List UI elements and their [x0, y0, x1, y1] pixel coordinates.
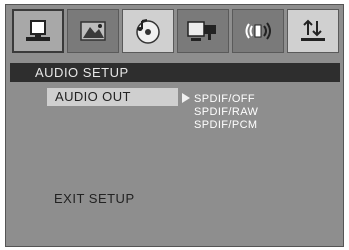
audio-out-label: AUDIO OUT	[55, 89, 131, 104]
option-spdif-off[interactable]: SPDIF/OFF	[194, 93, 255, 105]
option-spdif-raw[interactable]: SPDIF/RAW	[194, 106, 258, 118]
tab-preference-setup[interactable]	[177, 9, 229, 53]
audio-disc-icon	[133, 17, 163, 45]
preference-icon	[186, 18, 220, 44]
section-title: AUDIO SETUP	[35, 65, 129, 80]
general-setup-icon	[23, 18, 53, 44]
tab-audio-setup[interactable]	[122, 9, 174, 53]
tab-audio-output[interactable]	[287, 9, 339, 53]
exit-setup-button[interactable]: EXIT SETUP	[54, 191, 135, 206]
audio-output-icon	[298, 18, 328, 44]
tab-speaker-setup[interactable]	[232, 9, 284, 53]
option-spdif-pcm[interactable]: SPDIF/PCM	[194, 119, 258, 131]
section-header: AUDIO SETUP	[10, 63, 340, 82]
video-setup-icon	[78, 19, 108, 43]
setup-menu-panel: AUDIO SETUP AUDIO OUT SPDIF/OFF SPDIF/RA…	[5, 4, 344, 247]
tab-strip	[12, 9, 339, 55]
speaker-icon	[241, 18, 275, 44]
audio-out-menu-item[interactable]: AUDIO OUT	[47, 88, 178, 106]
tab-general-setup[interactable]	[12, 9, 64, 53]
submenu-arrow-icon	[182, 93, 190, 103]
tab-video-setup[interactable]	[67, 9, 119, 53]
